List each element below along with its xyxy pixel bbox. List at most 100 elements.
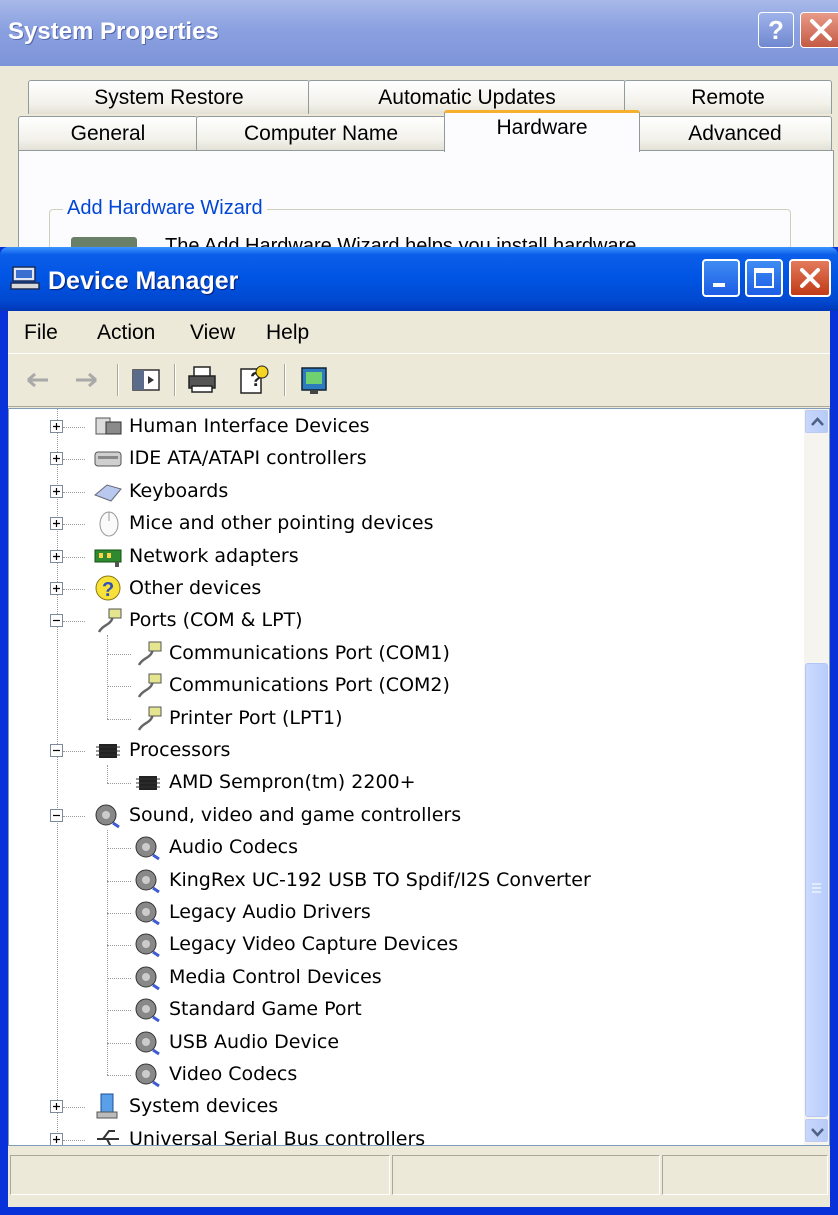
tab-general[interactable]: General: [18, 116, 198, 150]
close-button[interactable]: [789, 259, 831, 297]
help-icon[interactable]: ?: [238, 364, 270, 396]
minus-icon: [53, 814, 60, 816]
processor-icon: [136, 776, 160, 791]
expand-toggle[interactable]: [50, 452, 63, 466]
back-arrow-icon[interactable]: [22, 364, 54, 396]
show-hide-console-tree-icon[interactable]: [130, 364, 162, 396]
tab-remote[interactable]: Remote: [624, 80, 832, 114]
ide-controller-icon: [94, 451, 122, 467]
expand-toggle[interactable]: [50, 549, 63, 563]
category-ports-com-lpt[interactable]: Ports (COM & LPT): [93, 605, 303, 635]
device-item[interactable]: Communications Port (COM2): [133, 670, 450, 700]
collapse-toggle[interactable]: [50, 614, 63, 628]
computer-icon: [10, 266, 40, 290]
system-properties-title: System Properties: [8, 18, 219, 45]
tree-connector: [107, 686, 131, 688]
category-ide-ata-atapi-controllers[interactable]: IDE ATA/ATAPI controllers: [93, 443, 367, 473]
minimize-button[interactable]: [702, 259, 740, 297]
sound-icon: [95, 804, 120, 829]
category-mice-and-other-pointing-devices[interactable]: Mice and other pointing devices: [93, 508, 433, 538]
tab-automatic-updates[interactable]: Automatic Updates: [308, 80, 626, 114]
tree-connector: [107, 1010, 131, 1012]
category-other-devices[interactable]: ? Other devices: [93, 573, 261, 603]
device-tree[interactable]: Human Interface Devices IDE ATA/ATAPI con…: [8, 408, 830, 1146]
device-item[interactable]: Legacy Audio Drivers: [133, 897, 371, 927]
scrollbar-thumb[interactable]: [805, 663, 828, 1117]
tab-label: Hardware: [496, 116, 588, 139]
device-item[interactable]: USB Audio Device: [133, 1027, 339, 1057]
system-properties-titlebar[interactable]: System Properties ?: [0, 0, 838, 66]
tree-connector: [63, 621, 85, 623]
collapse-toggle[interactable]: [50, 744, 63, 757]
port-icon: [97, 608, 122, 634]
category-human-interface-devices[interactable]: Human Interface Devices: [93, 411, 370, 441]
device-item[interactable]: Video Codecs: [133, 1059, 297, 1089]
device-item[interactable]: AMD Sempron(tm) 2200+: [133, 767, 416, 797]
device-item[interactable]: Audio Codecs: [133, 832, 298, 862]
forward-arrow-icon[interactable]: [70, 364, 102, 396]
port-icon: [137, 673, 162, 698]
print-icon[interactable]: [186, 364, 218, 396]
category-label: Processors: [129, 739, 231, 761]
category-label: Other devices: [129, 577, 262, 599]
tab-label: System Restore: [94, 86, 244, 109]
menu-action[interactable]: Action: [97, 321, 155, 345]
scroll-up-button[interactable]: [805, 410, 828, 433]
sound-icon: [135, 836, 160, 861]
expand-toggle[interactable]: [50, 517, 63, 531]
sound-icon: [135, 1063, 160, 1088]
scroll-down-button[interactable]: [805, 1119, 828, 1142]
menu-view[interactable]: View: [190, 321, 235, 345]
expand-toggle[interactable]: [50, 1100, 63, 1114]
tab-advanced[interactable]: Advanced: [638, 116, 832, 150]
maximize-button[interactable]: [745, 259, 783, 297]
expand-toggle[interactable]: [50, 1132, 63, 1145]
tree-connector: [107, 653, 131, 656]
device-manager-body: File Action View Help ? Human Interface …: [8, 311, 830, 1207]
device-item[interactable]: KingRex UC-192 USB TO Spdif/I2S Converte…: [133, 865, 591, 895]
device-item[interactable]: Standard Game Port: [133, 994, 362, 1024]
category-sound-video-and-game-controllers[interactable]: Sound, video and game controllers: [93, 800, 461, 830]
vertical-scrollbar[interactable]: [804, 409, 829, 1145]
sound-icon: [135, 869, 160, 893]
category-system-devices[interactable]: System devices: [93, 1091, 278, 1121]
category-processors[interactable]: Processors: [93, 735, 230, 765]
expand-toggle[interactable]: [50, 420, 63, 433]
tab-system-restore[interactable]: System Restore: [28, 80, 310, 114]
device-item[interactable]: Printer Port (LPT1): [133, 703, 343, 733]
device-label: Video Codecs: [169, 1063, 298, 1085]
scan-hardware-icon[interactable]: [298, 364, 330, 396]
sound-icon: [135, 966, 160, 991]
tab-computer-name[interactable]: Computer Name: [196, 116, 446, 150]
chevron-down-icon: [811, 1128, 824, 1137]
close-icon: [800, 268, 820, 288]
category-keyboards[interactable]: Keyboards: [93, 476, 228, 506]
category-label: System devices: [129, 1095, 279, 1118]
plus-icon: [53, 520, 60, 528]
menu-file[interactable]: File: [24, 321, 58, 345]
tree-connector: [63, 1107, 85, 1109]
help-button[interactable]: ?: [758, 12, 794, 48]
chevron-up-icon: [811, 417, 824, 426]
tree-connector: [63, 1139, 85, 1142]
plus-icon: [53, 487, 60, 495]
close-button[interactable]: [800, 12, 838, 48]
expand-toggle[interactable]: [50, 484, 63, 498]
device-item[interactable]: Communications Port (COM1): [133, 638, 450, 668]
expand-toggle[interactable]: [50, 582, 63, 595]
device-item[interactable]: Legacy Video Capture Devices: [133, 929, 458, 959]
tab-label: Computer Name: [243, 122, 399, 145]
category-network-adapters[interactable]: Network adapters: [93, 541, 299, 571]
category-label: Universal Serial Bus controllers: [129, 1127, 426, 1146]
sound-icon: [135, 1031, 160, 1055]
tab-hardware[interactable]: Hardware: [444, 110, 640, 152]
tree-connector: [63, 556, 85, 559]
device-item[interactable]: Media Control Devices: [133, 962, 382, 992]
device-manager-titlebar[interactable]: Device Manager: [0, 247, 838, 311]
unknown-device-icon: ?: [95, 575, 121, 601]
menu-help[interactable]: Help: [266, 321, 309, 345]
tree-connector: [63, 751, 85, 753]
collapse-toggle[interactable]: [50, 808, 63, 822]
category-universal-serial-bus-controllers[interactable]: Universal Serial Bus controllers: [93, 1124, 426, 1146]
plus-icon: [53, 423, 60, 430]
